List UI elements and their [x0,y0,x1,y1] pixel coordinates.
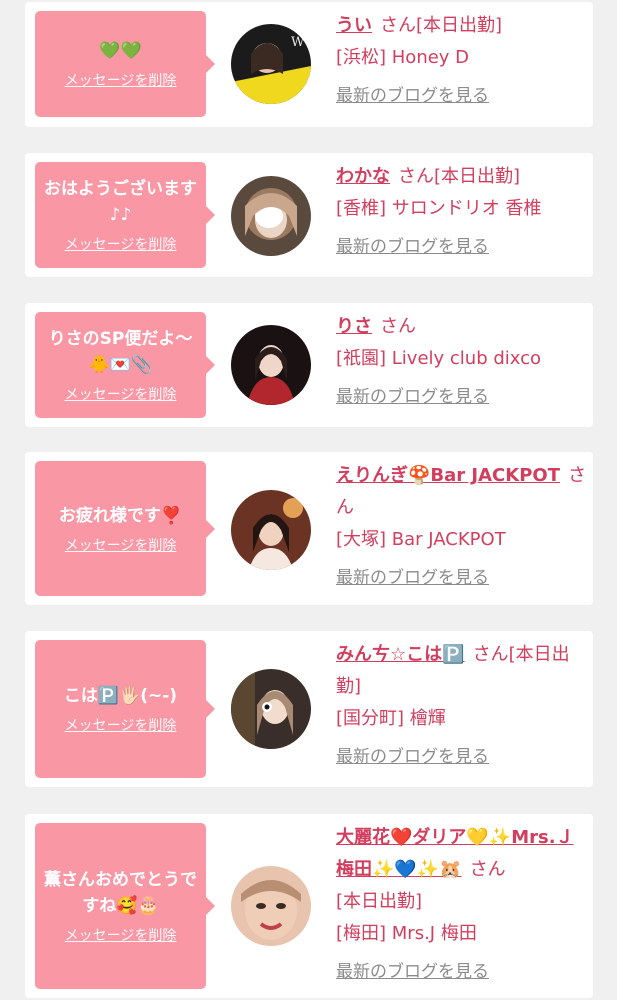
attendance-status: [本日出勤] [336,891,423,912]
latest-blog-link[interactable]: 最新のブログを見る [336,562,489,594]
avatar[interactable] [231,325,311,405]
message-bubble: りさのSP便だよ〜🐥💌📎 メッセージを削除 [35,312,215,418]
message-text: こは🅿️🖐🏻(~-) [63,686,178,706]
honorific: さん [380,316,416,337]
message-text: 薫さんおめでとうですね🥰🎂 [44,870,197,916]
delete-message-link[interactable]: メッセージを削除 [65,925,177,945]
cast-name-link[interactable]: うい [336,15,372,36]
message-card: おはようございます♪♪ メッセージを削除 わかな さん[本日出勤] [香椎] サロ… [25,153,593,277]
delete-message-link[interactable]: メッセージを削除 [65,234,177,254]
latest-blog-link[interactable]: 最新のブログを見る [336,741,489,773]
honorific: さん [380,15,416,36]
message-text: おはようございます♪♪ [44,179,197,225]
message-bubble: こは🅿️🖐🏻(~-) メッセージを削除 [35,640,215,778]
message-card: 薫さんおめでとうですね🥰🎂 メッセージを削除 大麗花❤️ダリア💛✨Mrs.Ｊ梅田… [25,814,593,998]
attendance-status: [本日出勤] [434,166,521,187]
cast-info: 大麗花❤️ダリア💛✨Mrs.Ｊ梅田✨💙✨🐹 さん [本日出勤] [梅田] Mrs.… [336,822,586,988]
cast-info: みんㄘ☆こは🅿️ さん[本日出勤] [国分町] 檜輝 最新のブログを見る [336,639,586,773]
cast-name-link[interactable]: わかな [336,166,390,187]
message-bubble: 薫さんおめでとうですね🥰🎂 メッセージを削除 [35,823,215,989]
avatar[interactable]: W [231,24,311,104]
message-card: こは🅿️🖐🏻(~-) メッセージを削除 みんㄘ☆こは🅿️ さん[本日出勤] [国分… [25,631,593,787]
message-bubble: 💚💚 メッセージを削除 [35,11,215,117]
shop-name: [浜松] Honey D [336,47,470,68]
svg-text:W: W [291,35,305,50]
shop-name: [大塚] Bar JACKPOT [336,529,506,550]
message-text: お疲れ様です❣️ [58,505,183,526]
cast-info: わかな さん[本日出勤] [香椎] サロンドリオ 香椎 最新のブログを見る [336,161,586,263]
latest-blog-link[interactable]: 最新のブログを見る [336,956,489,988]
avatar[interactable] [231,490,311,570]
attendance-status: [本日出勤] [416,15,503,36]
delete-message-link[interactable]: メッセージを削除 [65,535,177,555]
delete-message-link[interactable]: メッセージを削除 [65,715,177,735]
cast-name-link[interactable]: えりんぎ🍄Bar JACKPOT [336,465,560,486]
cast-info: りさ さん [祇園] Lively club dixco 最新のブログを見る [336,311,586,413]
latest-blog-link[interactable]: 最新のブログを見る [336,381,489,413]
message-card: お疲れ様です❣️ メッセージを削除 えりんぎ🍄Bar JACKPOT さん [大塚… [25,452,593,605]
message-text: りさのSP便だよ〜🐥💌📎 [48,329,193,375]
delete-message-link[interactable]: メッセージを削除 [65,70,177,90]
message-bubble: お疲れ様です❣️ メッセージを削除 [35,461,215,596]
avatar[interactable] [231,866,311,946]
message-list: 💚💚 メッセージを削除 W うい さん[本日出勤] [浜松] Honey D 最新… [0,0,617,1000]
cast-name-link[interactable]: 大麗花❤️ダリア💛✨Mrs.Ｊ梅田✨💙✨🐹 [336,827,574,880]
avatar[interactable] [231,176,311,256]
delete-message-link[interactable]: メッセージを削除 [65,384,177,404]
cast-name-link[interactable]: みんㄘ☆こは🅿️ [336,644,465,665]
shop-name: [祇園] Lively club dixco [336,348,542,369]
message-bubble: おはようございます♪♪ メッセージを削除 [35,162,215,268]
latest-blog-link[interactable]: 最新のブログを見る [336,80,489,112]
honorific: さん [398,166,434,187]
cast-name-link[interactable]: りさ [336,316,372,337]
latest-blog-link[interactable]: 最新のブログを見る [336,231,489,263]
honorific: さん [469,859,506,880]
honorific: さん [472,644,509,665]
avatar[interactable] [231,669,311,749]
shop-name: [梅田] Mrs.J 梅田 [336,923,477,944]
cast-info: えりんぎ🍄Bar JACKPOT さん [大塚] Bar JACKPOT 最新のブ… [336,460,586,594]
message-card: りさのSP便だよ〜🐥💌📎 メッセージを削除 りさ さん [祇園] Lively c… [25,303,593,427]
cast-info: うい さん[本日出勤] [浜松] Honey D 最新のブログを見る [336,10,586,112]
message-text: 💚💚 [99,41,142,61]
shop-name: [香椎] サロンドリオ 香椎 [336,198,542,219]
shop-name: [国分町] 檜輝 [336,708,446,729]
message-card: 💚💚 メッセージを削除 W うい さん[本日出勤] [浜松] Honey D 最新… [25,2,593,127]
